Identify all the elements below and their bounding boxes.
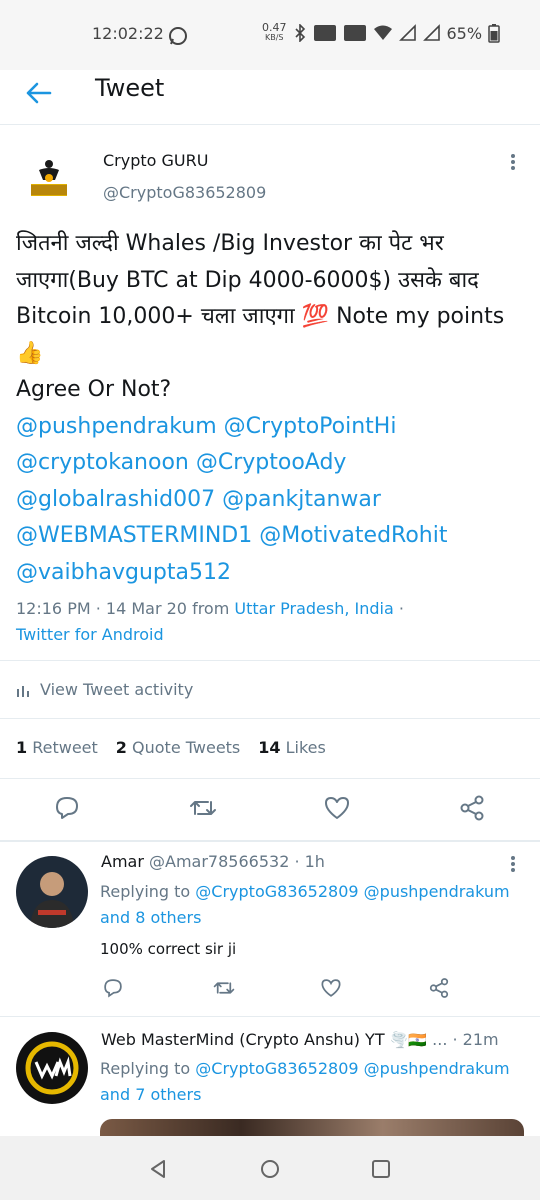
divider xyxy=(0,718,540,719)
signal-icon xyxy=(398,24,416,41)
back-nav-icon[interactable] xyxy=(148,1158,170,1180)
name-emoji: 🌪️🇮🇳 xyxy=(389,1031,428,1049)
reply-avatar[interactable] xyxy=(16,1032,88,1104)
retweet-icon[interactable] xyxy=(213,977,235,999)
back-arrow-icon[interactable] xyxy=(22,76,56,110)
avatar-image xyxy=(16,856,88,928)
whatsapp-icon xyxy=(169,27,187,45)
replying-prefix: Replying to xyxy=(100,882,196,901)
tweet-text: जितनी जल्दी Whales /Big Investor का पेट … xyxy=(16,226,526,591)
replying-to-users[interactable]: @CryptoG83652809 @pushpendrakum xyxy=(195,1059,509,1078)
reply-author-name[interactable]: Amar xyxy=(101,852,144,871)
signal-2-icon xyxy=(422,24,440,41)
divider xyxy=(0,840,540,842)
reply-text: 100% correct sir ji xyxy=(100,940,237,958)
reply-header: Amar @Amar78566532 · 1h xyxy=(101,852,325,871)
page-title: Tweet xyxy=(95,74,165,102)
divider xyxy=(0,660,540,661)
mention-line-3[interactable]: @globalrashid007 @pankjtanwar xyxy=(16,482,526,519)
tweet-location[interactable]: Uttar Pradesh, India xyxy=(234,599,393,618)
activity-label: View Tweet activity xyxy=(40,680,194,699)
like-count[interactable]: 14 Likes xyxy=(258,738,326,757)
tweet-action-bar xyxy=(0,780,540,838)
mention-line-2[interactable]: @cryptokanoon @CryptooAdy xyxy=(16,445,526,482)
volte-icon xyxy=(343,25,366,41)
status-time: 12:02:22 xyxy=(92,24,164,43)
reply-author-handle[interactable]: ... · 21m xyxy=(432,1030,498,1049)
replying-to: Replying to @CryptoG83652809 @pushpendra… xyxy=(100,879,520,931)
mention-line-4[interactable]: @WEBMASTERMIND1 @MotivatedRohit xyxy=(16,518,526,555)
tweet-line-4: 👍 xyxy=(16,340,44,366)
bluetooth-icon xyxy=(294,24,305,42)
tweet-meta: 12:16 PM · 14 Mar 20 from Uttar Pradesh,… xyxy=(16,596,526,648)
wifi-icon xyxy=(373,25,392,40)
navigation-bar xyxy=(0,1136,540,1200)
status-bar: 12:02:22 0.47 KB/S 65% xyxy=(0,0,540,70)
reply-media-image[interactable] xyxy=(100,1119,524,1136)
like-count-value: 14 xyxy=(258,738,281,757)
tweet-client[interactable]: Twitter for Android xyxy=(16,622,526,648)
reply-icon[interactable] xyxy=(53,794,81,822)
author-handle[interactable]: @CryptoG83652809 xyxy=(103,183,266,202)
vowifi-icon xyxy=(313,25,336,41)
status-icons: 0.47 KB/S 65% xyxy=(262,18,500,48)
analytics-icon xyxy=(17,685,29,697)
replying-others[interactable]: and 7 others xyxy=(100,1085,201,1104)
retweet-count[interactable]: 1 Retweet xyxy=(16,738,98,757)
author-avatar[interactable] xyxy=(22,152,76,206)
meta-separator: · xyxy=(393,599,404,618)
retweet-count-value: 1 xyxy=(16,738,28,757)
divider xyxy=(0,1016,540,1017)
replying-to: Replying to @CryptoG83652809 @pushpendra… xyxy=(100,1056,520,1108)
view-tweet-activity[interactable]: View Tweet activity xyxy=(16,680,193,699)
tweet-line-5: Agree Or Not? xyxy=(16,377,172,402)
home-nav-icon[interactable] xyxy=(259,1158,281,1180)
tweet-line-2: जाएगा(Buy BTC at Dip 4000-6000$) उसके बा… xyxy=(16,267,479,293)
like-icon[interactable] xyxy=(320,977,342,999)
tweet-timestamp: 12:16 PM · 14 Mar 20 from xyxy=(16,599,235,618)
reply-author-handle[interactable]: @Amar78566532 · 1h xyxy=(149,852,325,871)
retweet-count-label: Retweet xyxy=(32,738,98,757)
header: Tweet xyxy=(0,70,540,125)
replying-to-users[interactable]: @CryptoG83652809 @pushpendrakum xyxy=(195,882,509,901)
network-speed: 0.47 KB/S xyxy=(262,21,287,43)
reply-header: Web MasterMind (Crypto Anshu) YT 🌪️🇮🇳 ..… xyxy=(101,1030,521,1049)
more-options-icon[interactable] xyxy=(505,152,521,176)
share-icon[interactable] xyxy=(458,794,486,822)
engagement-counts: 1 Retweet 2 Quote Tweets 14 Likes xyxy=(16,738,326,757)
replying-others[interactable]: and 8 others xyxy=(100,908,201,927)
divider xyxy=(0,778,540,779)
crypto-guru-logo xyxy=(22,152,76,206)
more-options-icon[interactable] xyxy=(505,854,521,878)
mention-line-1[interactable]: @pushpendrakum @CryptoPointHi xyxy=(16,409,526,446)
reply-author-name[interactable]: Web MasterMind (Crypto Anshu) YT xyxy=(101,1030,385,1049)
replying-prefix: Replying to xyxy=(100,1059,196,1078)
webmastermind-logo xyxy=(16,1032,88,1104)
author-name[interactable]: Crypto GURU xyxy=(103,151,208,170)
tweet-line-1: जितनी जल्दी Whales /Big Investor का पेट … xyxy=(16,231,444,256)
speed-unit: KB/S xyxy=(264,33,284,42)
tweet-line-3: Bitcoin 10,000+ चला जाएगा 💯 Note my poin… xyxy=(16,304,505,329)
retweet-icon[interactable] xyxy=(189,794,217,822)
quote-count-value: 2 xyxy=(115,738,127,757)
quote-count[interactable]: 2 Quote Tweets xyxy=(116,738,240,757)
reply-avatar[interactable] xyxy=(16,856,88,928)
reply-icon[interactable] xyxy=(102,977,124,999)
battery-percent: 65% xyxy=(446,23,483,43)
quote-count-label: Quote Tweets xyxy=(132,738,241,757)
share-icon[interactable] xyxy=(428,977,450,999)
like-icon[interactable] xyxy=(323,794,351,822)
battery-icon xyxy=(488,24,500,43)
mention-line-5[interactable]: @vaibhavgupta512 xyxy=(16,555,526,592)
recents-nav-icon[interactable] xyxy=(370,1158,392,1180)
speed-value: 0.47 xyxy=(262,21,287,34)
like-count-label: Likes xyxy=(285,738,326,757)
